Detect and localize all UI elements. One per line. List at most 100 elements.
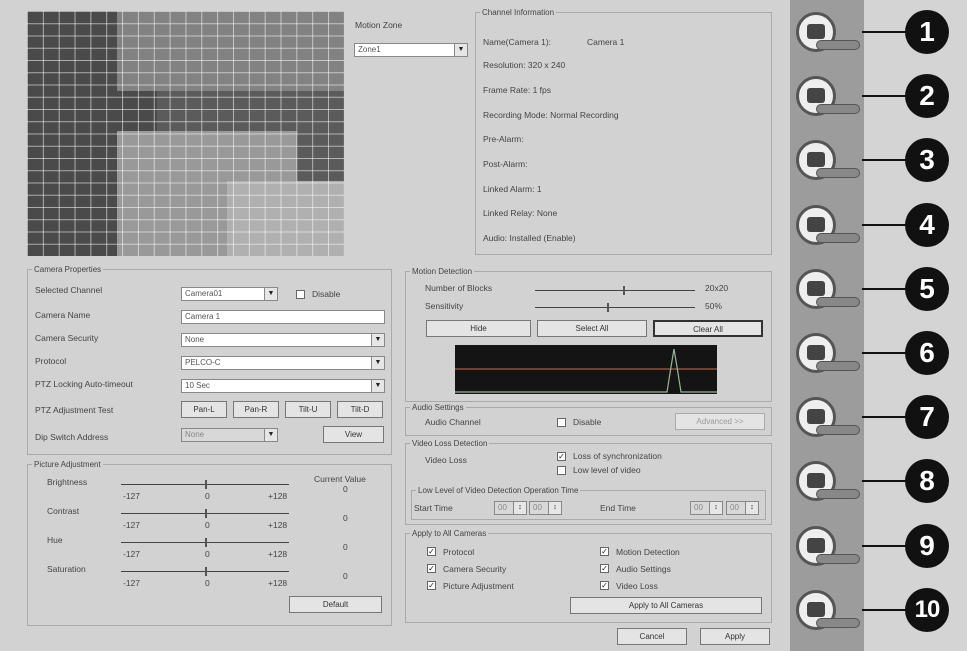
sidebar-button-tab [816, 40, 860, 50]
audio-disable-checkbox[interactable] [557, 418, 566, 427]
select-all-button[interactable]: Select All [537, 320, 647, 337]
apply-motion-detection-checkbox[interactable]: ✓ [600, 547, 609, 556]
sidebar-button[interactable] [796, 140, 860, 181]
pan-right-button[interactable]: Pan-R [233, 401, 279, 418]
camera-name-input[interactable]: Camera 1 [181, 310, 385, 324]
default-button[interactable]: Default [289, 596, 382, 613]
sidebar-button[interactable] [796, 204, 860, 245]
motion-detection-title: Motion Detection [412, 267, 473, 276]
start-minute-spinner[interactable]: 00 ↕ [529, 501, 562, 515]
dip-switch-select[interactable]: None ▼ [181, 428, 278, 442]
email-icon [807, 601, 825, 617]
motion-zone-select[interactable]: Zone1 ▼ [354, 43, 468, 57]
apply-protocol-label: Protocol [443, 547, 475, 557]
adjustment-min: -127 [123, 520, 141, 530]
chevron-down-icon[interactable]: ▼ [264, 288, 277, 300]
callout-number: 10 [905, 587, 949, 632]
apply-to-all-cameras-button[interactable]: Apply to All Cameras [570, 597, 762, 614]
adjustment-thumb[interactable] [205, 567, 207, 576]
sidebar-button[interactable] [796, 397, 860, 438]
end-hour-spinner[interactable]: 00 ↕ [690, 501, 723, 515]
adjustment-label: Brightness [47, 477, 88, 487]
apply-audio-settings-checkbox[interactable]: ✓ [600, 564, 609, 573]
spinner-icon[interactable]: ↕ [513, 502, 526, 514]
callout-line [862, 544, 907, 547]
sidebar-button[interactable] [796, 333, 860, 373]
adjustment-mid: 0 [205, 549, 210, 559]
motion-grid-overlay [27, 11, 344, 256]
channel-linked-alarm: Linked Alarm: 1 [483, 184, 542, 194]
adjustment-thumb[interactable] [205, 538, 207, 547]
spinner-icon[interactable]: ↕ [745, 502, 758, 514]
sidebar-button[interactable] [796, 461, 860, 502]
sidebar-button[interactable] [796, 12, 860, 52]
loss-of-sync-checkbox[interactable]: ✓ [557, 452, 566, 461]
camera-preview[interactable] [27, 11, 344, 256]
sidebar-button[interactable] [796, 76, 860, 117]
low-level-video-checkbox[interactable] [557, 466, 566, 475]
camera-security-select[interactable]: None ▼ [181, 333, 385, 347]
video-loss-label: Video Loss [425, 455, 467, 465]
number-of-blocks-thumb[interactable] [623, 286, 625, 295]
chevron-down-icon[interactable]: ▼ [264, 429, 277, 441]
low-level-operation-time-title: Low Level of Video Detection Operation T… [418, 486, 579, 495]
tilt-up-button[interactable]: Tilt-U [285, 401, 331, 418]
camera-name-value: Camera 1 [185, 312, 221, 321]
apply-picture-adjustment-checkbox[interactable]: ✓ [427, 581, 436, 590]
hide-button[interactable]: Hide [426, 320, 531, 337]
sidebar-button-tab [816, 296, 860, 307]
sidebar-button-tab [816, 168, 860, 179]
sidebar-button[interactable] [796, 525, 860, 566]
advanced-button[interactable]: Advanced >> [675, 413, 765, 430]
cancel-button[interactable]: Cancel [617, 628, 687, 645]
end-minute-spinner[interactable]: 00 ↕ [726, 501, 759, 515]
chevron-down-icon[interactable]: ▼ [371, 334, 384, 346]
apply-audio-settings-label: Audio Settings [616, 564, 671, 574]
selected-channel-label: Selected Channel [35, 285, 103, 295]
apply-to-all-cameras-title: Apply to All Cameras [412, 529, 487, 538]
protocol-select[interactable]: PELCO-C ▼ [181, 356, 385, 370]
chevron-down-icon[interactable]: ▼ [371, 357, 384, 369]
sensitivity-slider[interactable] [535, 307, 695, 308]
tilt-down-button[interactable]: Tilt-D [337, 401, 383, 418]
sidebar-button-tab [816, 361, 860, 371]
start-hour-value: 00 [498, 503, 507, 512]
apply-video-loss-checkbox[interactable]: ✓ [600, 581, 609, 590]
channel-information-title: Channel Information [482, 8, 555, 17]
channel-recording-mode: Recording Mode: Normal Recording [483, 110, 619, 120]
apply-button[interactable]: Apply [700, 628, 770, 645]
camera-disable-label: Disable [312, 289, 341, 299]
adjustment-thumb[interactable] [205, 480, 207, 489]
apply-protocol-checkbox[interactable]: ✓ [427, 547, 436, 556]
chevron-down-icon[interactable]: ▼ [454, 44, 467, 56]
camera-disable-checkbox[interactable] [296, 290, 305, 299]
sidebar-button-tab [816, 553, 860, 564]
user-icon [807, 345, 825, 360]
number-of-blocks-slider[interactable] [535, 290, 695, 291]
sidebar-button[interactable] [796, 268, 860, 309]
sidebar-button[interactable] [796, 589, 860, 630]
adjustment-label: Contrast [47, 506, 80, 516]
audio-disable-label: Disable [573, 417, 602, 427]
camera-properties-title: Camera Properties [34, 265, 102, 274]
apply-camera-security-checkbox[interactable]: ✓ [427, 564, 436, 573]
channel-name-value: Camera 1 [587, 37, 625, 47]
view-button[interactable]: View [323, 426, 384, 443]
start-hour-spinner[interactable]: 00 ↕ [494, 501, 527, 515]
ptz-locking-label: PTZ Locking Auto-timeout [35, 379, 133, 389]
end-hour-value: 00 [694, 503, 703, 512]
sensitivity-label: Sensitivity [425, 301, 464, 311]
ptz-locking-select[interactable]: 10 Sec ▼ [181, 379, 385, 393]
sensitivity-thumb[interactable] [607, 303, 609, 312]
callout-number: 1 [905, 10, 949, 54]
selected-channel-select[interactable]: Camera01 ▼ [181, 287, 278, 301]
pan-left-button[interactable]: Pan-L [181, 401, 227, 418]
spinner-icon[interactable]: ↕ [709, 502, 722, 514]
selected-channel-value: Camera01 [185, 289, 223, 298]
adjustment-thumb[interactable] [205, 509, 207, 518]
spinner-icon[interactable]: ↕ [548, 502, 561, 514]
clear-all-button[interactable]: Clear All [653, 320, 763, 337]
chevron-down-icon[interactable]: ▼ [371, 380, 384, 392]
callout-number: 9 [905, 523, 949, 568]
loss-of-sync-label: Loss of synchronization [573, 451, 662, 461]
